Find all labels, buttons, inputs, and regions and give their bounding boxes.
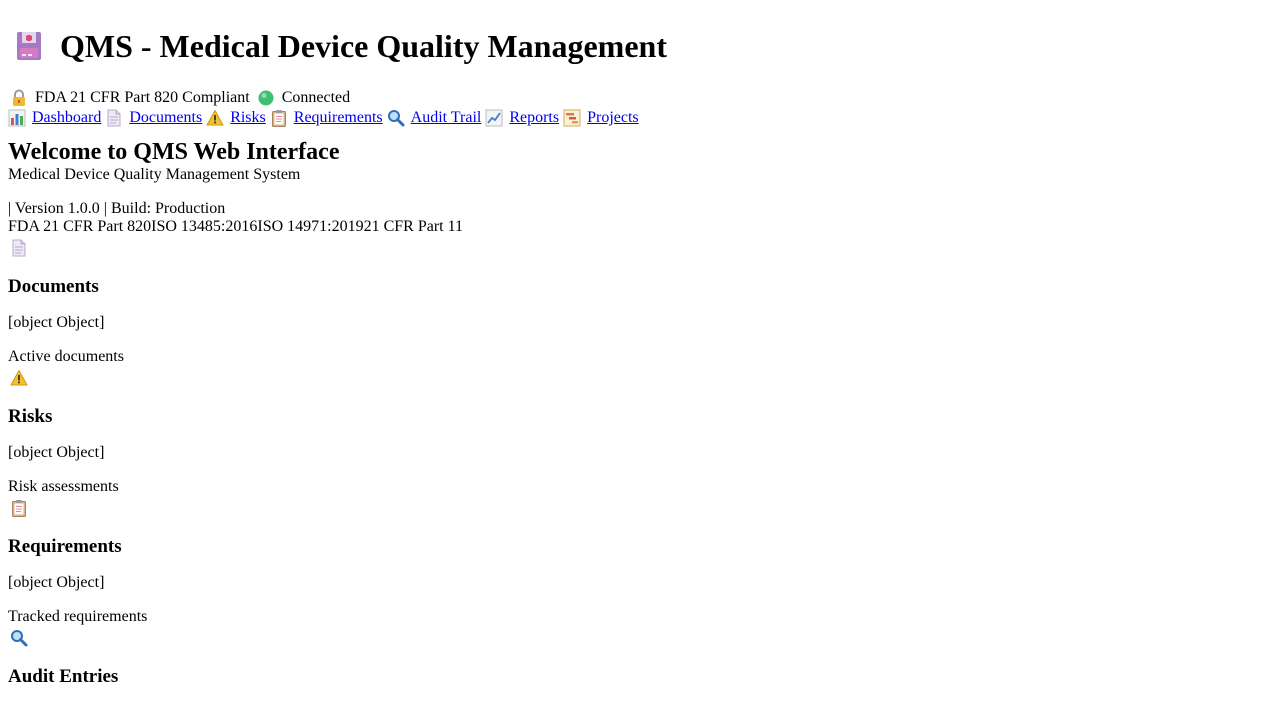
nav-audit-trail[interactable]: Audit Trail [387,109,482,127]
main-nav: Dashboard Documents Risks Requirements A… [8,108,1272,128]
audit-entries-card: Audit Entries [8,629,1272,688]
risks-card-description: Risk assessments [8,478,119,495]
risks-card-title: Risks [8,406,53,427]
audit-entries-card-title: Audit Entries [8,666,119,687]
nav-reports-label: Reports [509,109,560,126]
magnifier-icon [387,109,405,127]
document-icon [10,239,28,257]
nav-reports[interactable]: Reports [485,109,559,127]
requirements-card: Requirements [object Object] Tracked req… [8,499,1272,626]
nav-documents[interactable]: Documents [105,109,202,127]
status-bar: FDA 21 CFR Part 820 Compliant Connected [8,88,1272,108]
version-info: | Version 1.0.0 | Build: Production [8,200,226,217]
nav-dashboard-label: Dashboard [32,109,102,126]
requirements-card-value: [object Object] [8,574,105,591]
connection-status-text: Connected [281,89,351,106]
documents-card: Documents [object Object] Active documen… [8,239,1272,366]
welcome-heading: Welcome to QMS Web Interface [8,139,340,165]
bar-chart-icon [8,109,26,127]
system-subtitle: Medical Device Quality Management System [8,166,301,183]
floppy-disk-icon [14,30,46,62]
warning-icon [206,109,225,127]
nav-projects[interactable]: Projects [563,109,639,127]
app-header: QMS - Medical Device Quality Management [8,26,1272,66]
documents-card-title: Documents [8,276,99,297]
documents-card-value: [object Object] [8,314,105,331]
risks-card-value: [object Object] [8,444,105,461]
requirements-card-description: Tracked requirements [8,608,148,625]
app-title: QMS - Medical Device Quality Management [60,28,667,64]
clipboard-icon [10,499,28,517]
line-chart-icon [485,109,503,127]
warning-icon [10,369,28,387]
documents-card-description: Active documents [8,348,124,365]
compliance-status-text: FDA 21 CFR Part 820 Compliant [35,89,250,106]
nav-risks-label: Risks [230,109,266,126]
nav-requirements-label: Requirements [293,109,383,126]
green-circle-icon [257,89,275,107]
risks-card: Risks [object Object] Risk assessments [8,369,1272,496]
requirements-card-title: Requirements [8,536,122,557]
compliance-standards: FDA 21 CFR Part 820ISO 13485:2016ISO 149… [8,218,464,235]
nav-risks[interactable]: Risks [206,109,266,127]
magnifier-icon [10,629,28,647]
nav-documents-label: Documents [129,109,203,126]
nav-dashboard[interactable]: Dashboard [8,109,101,127]
nav-requirements[interactable]: Requirements [270,109,383,127]
lock-icon [10,89,28,107]
page: QMS - Medical Device Quality Management … [0,26,1280,688]
nav-projects-label: Projects [587,109,639,126]
clipboard-icon [270,109,288,127]
projects-icon [563,109,581,127]
nav-audit-trail-label: Audit Trail [410,109,482,126]
document-icon [105,109,123,127]
